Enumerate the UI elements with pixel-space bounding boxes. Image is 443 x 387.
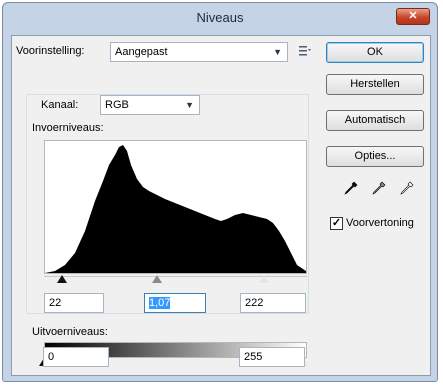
preset-select[interactable]: Aangepast ▼	[110, 42, 288, 62]
auto-button[interactable]: Automatisch	[326, 110, 424, 131]
reset-button[interactable]: Herstellen	[326, 74, 424, 95]
ok-button[interactable]: OK	[326, 42, 424, 63]
preview-label[interactable]: Voorvertoning	[346, 217, 414, 229]
preview-checkbox[interactable]: ✓	[330, 217, 343, 230]
output-black-field[interactable]: 0	[43, 347, 109, 367]
close-icon: ✕	[408, 10, 418, 22]
output-levels-label: Uitvoerniveaus:	[32, 326, 108, 338]
input-white-field[interactable]: 222	[240, 293, 306, 313]
input-gamma-value: 1,07	[149, 297, 171, 309]
histogram-graph	[45, 145, 306, 273]
input-gamma-field[interactable]: 1,07	[144, 293, 206, 313]
title-bar[interactable]: Niveaus ✕	[3, 3, 437, 33]
chevron-down-icon: ▼	[273, 47, 282, 57]
chevron-down-icon: ▼	[185, 100, 194, 110]
channel-select[interactable]: RGB ▼	[100, 95, 200, 115]
output-white-field[interactable]: 255	[239, 347, 305, 367]
dialog-body: Voorinstelling: Aangepast ▼ OK Herstelle…	[11, 35, 431, 376]
preset-label: Voorinstelling:	[16, 45, 85, 57]
gray-point-eyedropper-icon[interactable]	[371, 180, 387, 196]
channel-value: RGB	[105, 99, 129, 111]
preset-menu-icon[interactable]	[298, 44, 312, 58]
channel-label: Kanaal:	[41, 99, 79, 111]
preset-value: Aangepast	[115, 46, 168, 58]
input-black-field[interactable]: 22	[44, 293, 104, 313]
options-button[interactable]: Opties...	[326, 146, 424, 167]
histogram	[44, 140, 307, 274]
input-gamma-slider[interactable]	[152, 275, 162, 283]
levels-dialog: Niveaus ✕ Voorinstelling: Aangepast ▼ OK…	[2, 2, 438, 382]
close-button[interactable]: ✕	[396, 8, 430, 25]
window-title: Niveaus	[196, 10, 244, 25]
black-point-eyedropper-icon[interactable]	[343, 180, 359, 196]
input-black-slider[interactable]	[57, 275, 67, 283]
white-point-eyedropper-icon[interactable]	[399, 180, 415, 196]
input-white-slider[interactable]	[259, 275, 269, 283]
input-levels-label: Invoerniveaus:	[32, 122, 104, 134]
